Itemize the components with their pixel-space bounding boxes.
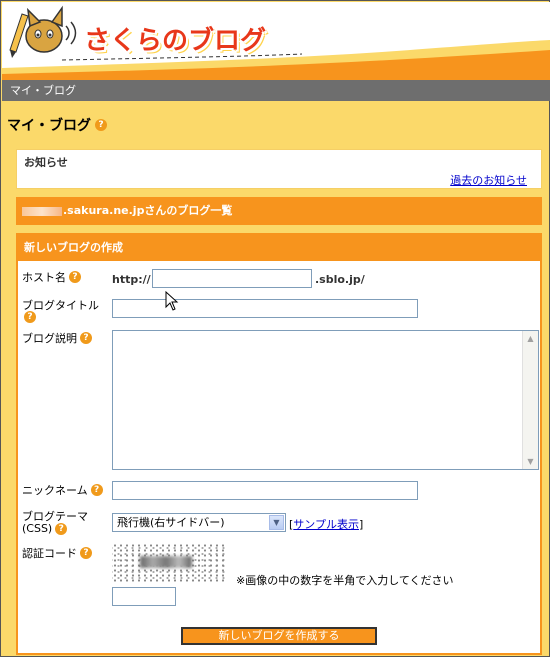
blog-description-label: ブログ説明 [22, 332, 77, 345]
host-prefix: http:// [112, 273, 151, 286]
captcha-digits [140, 556, 192, 568]
sample-link-wrapper: [サンプル表示] [289, 518, 364, 531]
captcha-instruction: ※画像の中の数字を半角で入力してください [236, 574, 454, 587]
host-suffix: .sblo.jp/ [315, 273, 365, 286]
help-icon[interactable]: ? [95, 119, 107, 131]
mouse-cursor-icon [165, 291, 179, 311]
blog-description-textarea[interactable]: ▲ ▼ [112, 330, 539, 470]
notice-box: お知らせ 過去のお知らせ [16, 149, 542, 189]
page-title-row: マイ・ブログ ? [7, 115, 107, 135]
blog-description-label-row: ブログ説明 ? [22, 330, 92, 346]
blog-list-title: .sakura.ne.jpさんのブログ一覧 [63, 204, 233, 217]
blog-theme-css-label: (CSS) [22, 522, 53, 535]
scroll-down-icon[interactable]: ▼ [523, 454, 538, 469]
help-icon[interactable]: ? [80, 547, 92, 559]
blog-theme-css-label-row: (CSS) ? [22, 522, 68, 535]
captcha-label-row: 認証コード ? [22, 545, 92, 561]
cat-mascot-pencil-icon [9, 5, 77, 58]
nickname-label-row: ニックネーム ? [22, 482, 103, 498]
captcha-input[interactable] [112, 587, 176, 606]
redacted-username [22, 206, 62, 216]
sample-view-link[interactable]: サンプル表示 [293, 518, 359, 531]
description-scrollbar[interactable]: ▲ ▼ [522, 331, 538, 469]
site-header: さくらのブログ [2, 2, 550, 80]
help-icon[interactable]: ? [90, 484, 103, 496]
blog-list-header[interactable]: .sakura.ne.jpさんのブログ一覧 [16, 197, 542, 225]
page-title: マイ・ブログ [7, 118, 91, 134]
nickname-input[interactable] [112, 481, 418, 500]
breadcrumb[interactable]: マイ・ブログ [2, 80, 550, 101]
chevron-down-icon[interactable]: ▼ [269, 515, 284, 530]
blog-title-input[interactable] [112, 299, 418, 318]
past-notices-link[interactable]: 過去のお知らせ [450, 172, 527, 188]
notice-title: お知らせ [24, 156, 68, 169]
create-blog-header: 新しいブログの作成 [18, 235, 540, 261]
blog-title-label-row: ブログタイトル [22, 297, 99, 313]
blog-theme-selected: 飛行機(右サイドバー) [117, 516, 225, 529]
help-icon[interactable]: ? [80, 332, 92, 344]
scroll-up-icon[interactable]: ▲ [523, 331, 538, 346]
host-name-label: ホスト名 [22, 271, 66, 284]
create-blog-panel: 新しいブログの作成 ホスト名 ? http:// .sblo.jp/ ブログタイ… [16, 233, 542, 655]
nickname-label: ニックネーム [22, 484, 88, 497]
captcha-label: 認証コード [22, 547, 77, 560]
help-icon[interactable]: ? [69, 271, 81, 283]
blog-title-label: ブログタイトル [22, 299, 99, 312]
blog-theme-select[interactable]: 飛行機(右サイドバー) ▼ [112, 513, 286, 532]
host-name-input[interactable] [152, 269, 312, 288]
page-frame: さくらのブログ マイ・ブログ マイ・ブログ ? お知らせ 過去のお知らせ .sa… [0, 0, 550, 657]
create-blog-button[interactable]: 新しいブログを作成する [181, 627, 377, 645]
help-icon[interactable]: ? [55, 522, 68, 535]
site-logo-text[interactable]: さくらのブログ [84, 20, 266, 57]
host-name-label-row: ホスト名 ? [22, 269, 81, 285]
captcha-image [112, 543, 226, 583]
help-icon[interactable]: ? [24, 311, 36, 323]
